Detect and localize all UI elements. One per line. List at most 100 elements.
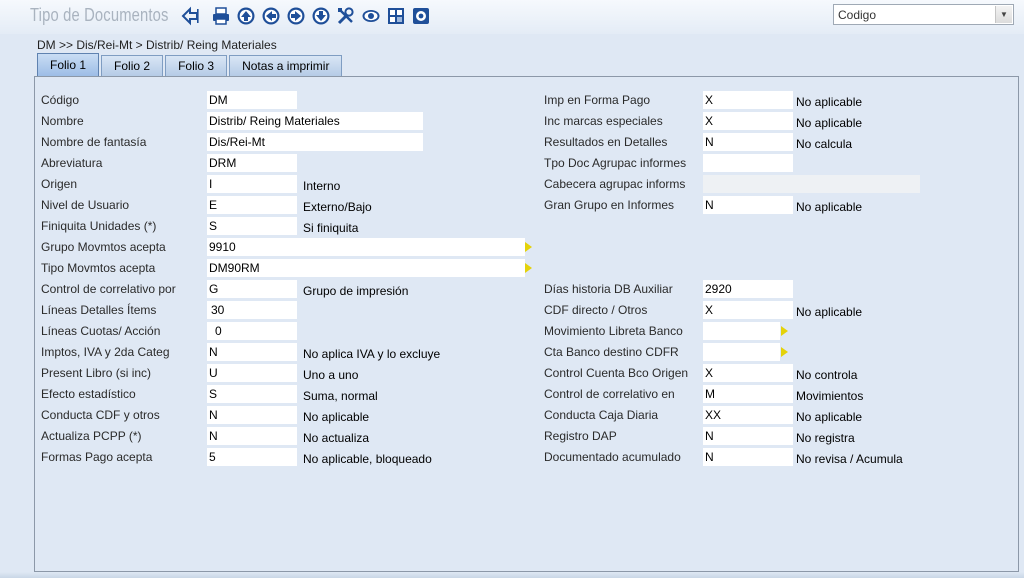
field-nombre: Nombre Distrib/ Reing Materiales	[41, 112, 541, 130]
lineas-detalles-input[interactable]: 30	[207, 301, 297, 319]
bottom-bar	[0, 572, 1024, 578]
chevron-down-icon[interactable]: ▼	[995, 6, 1012, 23]
finiquita-description: Si finiquita	[303, 221, 359, 235]
formas-pago-input[interactable]: 5	[207, 448, 297, 466]
field-label: Líneas Detalles Ítems	[41, 303, 157, 317]
movimiento-libreta-picker-icon[interactable]	[781, 326, 788, 336]
field-tipo-movmtos: Tipo Movmtos acepta DM90RM	[41, 259, 541, 277]
tpo-doc-input[interactable]	[703, 154, 793, 172]
main-panel: DM >> Dis/Rei-Mt > Distrib/ Reing Materi…	[0, 34, 1024, 578]
field-documentado: Documentado acumulado N No revisa / Acum…	[544, 448, 1014, 466]
origen-description: Interno	[303, 179, 341, 193]
field-dias-historia: Días historia DB Auxiliar 2920	[544, 280, 1014, 298]
field-label: Grupo Movmtos acepta	[41, 240, 166, 254]
field-label: Cta Banco destino CDFR	[544, 345, 679, 359]
field-correlativo: Control de correlativo por G Grupo de im…	[41, 280, 541, 298]
gran-grupo-input[interactable]: N	[703, 196, 793, 214]
inc-marcas-input[interactable]: X	[703, 112, 793, 130]
field-origen: Origen I Interno	[41, 175, 541, 193]
cabecera-input[interactable]	[703, 175, 920, 193]
settings-icon[interactable]	[411, 6, 431, 26]
tipo-movmtos-picker-icon[interactable]	[525, 263, 532, 273]
control-cuenta-description: No controla	[796, 368, 858, 382]
field-present-libro: Present Libro (si inc) U Uno a uno	[41, 364, 541, 382]
first-record-icon[interactable]	[236, 6, 256, 26]
lineas-cuotas-input[interactable]: 0	[207, 322, 297, 340]
field-label: Abreviatura	[41, 156, 103, 170]
nombre-input[interactable]: Distrib/ Reing Materiales	[207, 112, 423, 130]
resultados-description: No calcula	[796, 137, 853, 151]
sort-select[interactable]: Codigo ▼	[833, 4, 1014, 25]
tab-folio-1[interactable]: Folio 1	[37, 53, 100, 76]
present-libro-description: Uno a uno	[303, 368, 359, 382]
tab-notas-a-imprimir[interactable]: Notas a imprimir	[229, 55, 343, 76]
field-label: Tpo Doc Agrupac informes	[544, 156, 687, 170]
conducta-cdf-description: No aplicable	[303, 410, 370, 424]
view-icon[interactable]	[361, 6, 381, 26]
cta-banco-picker-icon[interactable]	[781, 347, 788, 357]
cdf-directo-input[interactable]: X	[703, 301, 793, 319]
resultados-input[interactable]: N	[703, 133, 793, 151]
cta-banco-input[interactable]	[703, 343, 780, 361]
field-label: Control Cuenta Bco Origen	[544, 366, 689, 380]
conducta-cdf-input[interactable]: N	[207, 406, 297, 424]
abreviatura-input[interactable]: DRM	[207, 154, 297, 172]
field-label: Nombre de fantasía	[41, 135, 147, 149]
previous-record-icon[interactable]	[261, 6, 281, 26]
grid-icon[interactable]	[386, 6, 406, 26]
tipo-movmtos-input[interactable]: DM90RM	[207, 259, 525, 277]
cdf-directo-description: No aplicable	[796, 305, 863, 319]
control-correlativo-description: Movimientos	[796, 389, 864, 403]
control-cuenta-input[interactable]: X	[703, 364, 793, 382]
origen-input[interactable]: I	[207, 175, 297, 193]
field-finiquita: Finiquita Unidades (*) S Si finiquita	[41, 217, 541, 235]
efecto-input[interactable]: S	[207, 385, 297, 403]
imp-forma-pago-input[interactable]: X	[703, 91, 793, 109]
present-libro-input[interactable]: U	[207, 364, 297, 382]
app-title: Tipo de Documentos	[30, 5, 169, 25]
actualiza-input[interactable]: N	[207, 427, 297, 445]
back-icon[interactable]	[180, 6, 200, 26]
registro-dap-input[interactable]: N	[703, 427, 793, 445]
dias-historia-input[interactable]: 2920	[703, 280, 793, 298]
tab-folio-3[interactable]: Folio 3	[165, 55, 228, 76]
field-resultados: Resultados en Detalles N No calcula	[544, 133, 1014, 151]
fantasia-input[interactable]: Dis/Rei-Mt	[207, 133, 423, 151]
grupo-movmtos-picker-icon[interactable]	[525, 242, 532, 252]
nivel-input[interactable]: E	[207, 196, 297, 214]
field-label: Conducta CDF y otros	[41, 408, 160, 422]
tab-folio-2[interactable]: Folio 2	[101, 55, 164, 76]
nivel-description: Externo/Bajo	[303, 200, 372, 214]
field-imp-forma-pago: Imp en Forma Pago X No aplicable	[544, 91, 1014, 109]
tools-icon[interactable]	[336, 6, 356, 26]
grupo-movmtos-input[interactable]: 9910	[207, 238, 525, 256]
sort-select-value: Codigo	[838, 8, 877, 22]
movimiento-libreta-input[interactable]	[703, 322, 780, 340]
tab-bar: Folio 1 Folio 2 Folio 3 Notas a imprimir	[37, 53, 344, 76]
last-record-icon[interactable]	[311, 6, 331, 26]
correlativo-input[interactable]: G	[207, 280, 297, 298]
finiquita-input[interactable]: S	[207, 217, 297, 235]
field-gran-grupo: Gran Grupo en Informes N No aplicable	[544, 196, 1014, 214]
next-record-icon[interactable]	[286, 6, 306, 26]
codigo-input[interactable]: DM	[207, 91, 297, 109]
field-label: Origen	[41, 177, 78, 191]
field-label: Registro DAP	[544, 429, 617, 443]
field-grupo-movmtos: Grupo Movmtos acepta 9910	[41, 238, 541, 256]
efecto-description: Suma, normal	[303, 389, 378, 403]
imptos-input[interactable]: N	[207, 343, 297, 361]
field-label: Documentado acumulado	[544, 450, 681, 464]
field-label: Cabecera agrupac informs	[544, 177, 686, 191]
conducta-caja-input[interactable]: XX	[703, 406, 793, 424]
field-fantasia: Nombre de fantasía Dis/Rei-Mt	[41, 133, 541, 151]
field-conducta-caja: Conducta Caja Diaria XX No aplicable	[544, 406, 1014, 424]
field-lineas-detalles: Líneas Detalles Ítems 30	[41, 301, 541, 319]
print-icon[interactable]	[211, 6, 231, 26]
field-label: Actualiza PCPP (*)	[41, 429, 142, 443]
field-registro-dap: Registro DAP N No registra	[544, 427, 1014, 445]
field-label: Código	[41, 93, 80, 107]
field-cta-banco: Cta Banco destino CDFR	[544, 343, 1014, 361]
field-label: Movimiento Libreta Banco	[544, 324, 683, 338]
control-correlativo-input[interactable]: M	[703, 385, 793, 403]
documentado-input[interactable]: N	[703, 448, 793, 466]
